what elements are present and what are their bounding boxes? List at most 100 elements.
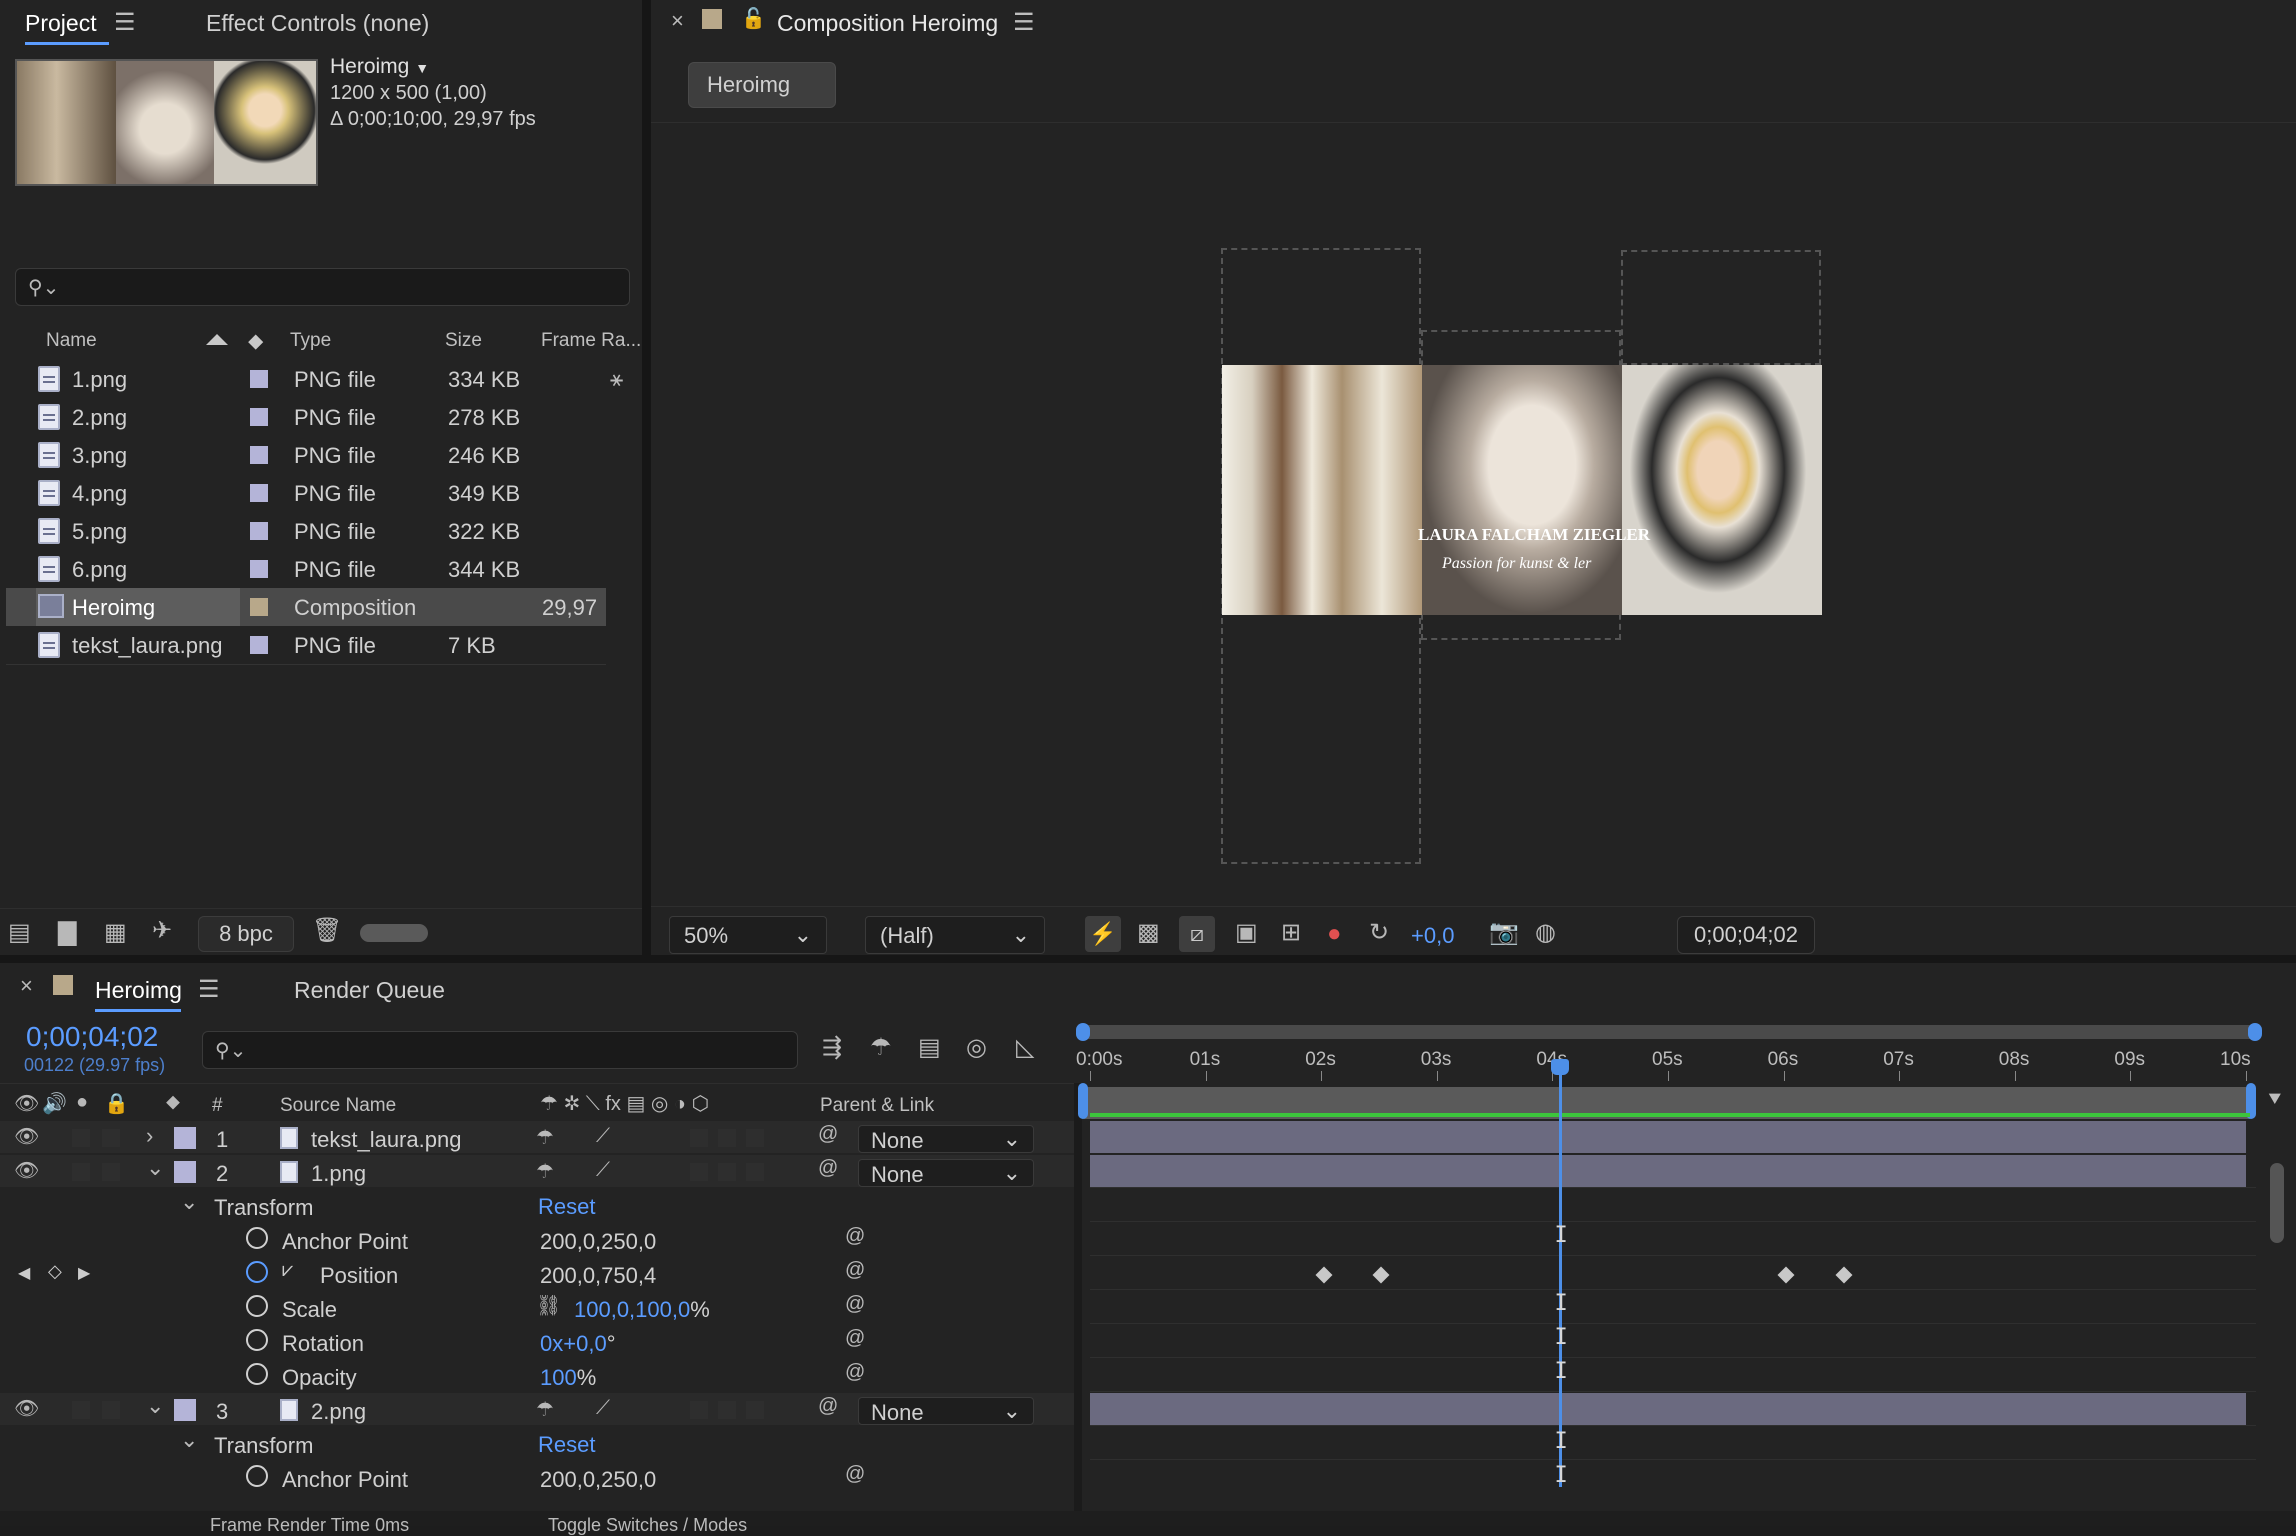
project-item[interactable]: 4.png PNG file 349 KB — [6, 474, 606, 512]
studio-shelves-image — [1222, 365, 1422, 615]
overlay-tagline-text: Passion for kunst & ler — [1442, 555, 1592, 572]
composition-panel: × 🔓 Composition Heroimg ☰ Heroimg LAURA … — [651, 0, 2296, 955]
item-type: PNG file — [294, 519, 376, 544]
chevron-down-icon: ⌄ — [793, 922, 812, 947]
value-marker-layer: IIIIII — [0, 963, 2296, 1526]
flowchart-icon[interactable]: ⚹ — [610, 366, 623, 392]
panel-menu-icon[interactable]: ☰ — [1013, 8, 1035, 37]
bpc-button[interactable]: 8 bpc — [198, 916, 294, 952]
thumbnail-slider[interactable] — [360, 924, 428, 942]
resolution-value: (Half) — [880, 923, 934, 948]
item-name: 5.png — [72, 519, 128, 544]
column-frame-rate[interactable]: Frame Ra... — [541, 330, 641, 352]
comp-name-text: Heroimg — [330, 55, 410, 78]
panel-gap — [0, 955, 2296, 963]
project-item[interactable]: 2.png PNG file 278 KB — [6, 398, 606, 436]
panel-menu-icon[interactable]: ☰ — [114, 8, 136, 37]
zoom-value: 50% — [684, 923, 729, 948]
label-color[interactable] — [250, 408, 268, 426]
item-type: PNG file — [294, 367, 376, 392]
vertical-scrollbar[interactable] — [2270, 1163, 2284, 1243]
comp-viewer-tab[interactable]: Heroimg — [688, 62, 836, 108]
dropdown-icon[interactable]: ▼ — [415, 60, 429, 76]
label-color[interactable] — [250, 446, 268, 464]
value-marker-icon[interactable]: I — [1554, 1463, 1567, 1488]
composition-icon — [38, 594, 64, 618]
current-time-display[interactable]: 0;00;04;02 — [1677, 916, 1815, 954]
region-of-interest-icon[interactable]: ▣ — [1235, 918, 1258, 947]
file-icon — [38, 442, 60, 468]
label-color — [702, 9, 722, 29]
item-size: 278 KB — [448, 405, 521, 430]
mask-visibility-icon[interactable]: ⧄ — [1179, 916, 1215, 952]
new-composition-icon[interactable]: ▦ — [104, 918, 127, 947]
sort-ascending-icon[interactable] — [206, 334, 228, 345]
item-size: 246 KB — [448, 443, 521, 468]
frame-render-time-label: Frame Render Time — [210, 1515, 371, 1535]
trash-icon[interactable]: 🗑 — [312, 916, 342, 945]
active-tab-indicator — [25, 42, 109, 45]
resolution-dropdown[interactable]: (Half) ⌄ — [865, 916, 1045, 954]
item-size: 344 KB — [448, 557, 521, 582]
exposure-value[interactable]: +0,0 — [1411, 923, 1454, 949]
divider — [651, 122, 2296, 123]
project-item[interactable]: 5.png PNG file 322 KB — [6, 512, 606, 550]
channel-icon[interactable]: ● — [1327, 920, 1342, 948]
frame-render-time-value: 0ms — [375, 1515, 410, 1535]
transparency-grid-icon[interactable]: ▩ — [1137, 918, 1160, 947]
file-icon — [38, 480, 60, 506]
close-icon[interactable]: × — [671, 8, 684, 34]
comp-duration: Δ 0;00;10;00, 29,97 fps — [330, 108, 536, 130]
item-type: PNG file — [294, 481, 376, 506]
label-color[interactable] — [250, 522, 268, 540]
new-folder-icon[interactable]: ▇ — [58, 918, 76, 947]
file-icon — [38, 556, 60, 582]
project-item-selected[interactable]: Heroimg Composition 29,97 — [6, 588, 606, 626]
column-name[interactable]: Name — [46, 330, 97, 352]
project-search-input[interactable]: ⚲⌄ — [15, 268, 630, 306]
label-color[interactable] — [250, 560, 268, 578]
column-type[interactable]: Type — [290, 330, 331, 352]
project-item[interactable]: 3.png PNG file 246 KB — [6, 436, 606, 474]
lock-icon[interactable]: 🔓 — [741, 6, 766, 31]
label-color[interactable] — [250, 370, 268, 388]
zoom-dropdown[interactable]: 50% ⌄ — [669, 916, 827, 954]
value-marker-icon[interactable]: I — [1554, 1223, 1567, 1248]
composition-canvas[interactable]: LAURA FALCHAM ZIEGLER Passion for kunst … — [1222, 365, 1822, 615]
label-color[interactable] — [250, 598, 268, 616]
item-name: 2.png — [72, 405, 128, 430]
value-marker-icon[interactable]: I — [1554, 1325, 1567, 1350]
fast-previews-icon[interactable]: ⚡ — [1085, 916, 1121, 952]
project-item[interactable]: 6.png PNG file 344 KB — [6, 550, 606, 588]
value-marker-icon[interactable]: I — [1554, 1359, 1567, 1384]
tab-project[interactable]: Project — [25, 10, 97, 37]
snapshot-camera-icon[interactable]: 📷 — [1489, 918, 1519, 947]
composition-title[interactable]: Composition Heroimg — [777, 10, 998, 37]
render-icon[interactable]: ✈ — [152, 916, 172, 945]
label-color[interactable] — [250, 484, 268, 502]
divider — [6, 664, 606, 665]
item-size: 7 KB — [448, 633, 496, 658]
file-icon — [38, 632, 60, 658]
item-size: 334 KB — [448, 367, 521, 392]
column-size[interactable]: Size — [445, 330, 482, 352]
item-type: PNG file — [294, 633, 376, 658]
show-snapshot-icon[interactable]: ◍ — [1535, 918, 1556, 947]
comp-size: 1200 x 500 (1,00) — [330, 82, 487, 104]
value-marker-icon[interactable]: I — [1554, 1291, 1567, 1316]
comp-name[interactable]: Heroimg ▼ — [330, 55, 429, 79]
grid-guides-icon[interactable]: ⊞ — [1281, 918, 1301, 947]
item-size: 349 KB — [448, 481, 521, 506]
label-color[interactable] — [250, 636, 268, 654]
reset-exposure-icon[interactable]: ↻ — [1369, 918, 1389, 947]
project-item[interactable]: tekst_laura.png PNG file 7 KB — [6, 626, 606, 664]
project-item[interactable]: 1.png PNG file 334 KB — [6, 360, 606, 398]
item-frame-rate: 29,97 — [542, 595, 598, 620]
interpret-footage-icon[interactable]: ▤ — [8, 918, 31, 947]
divider — [0, 908, 642, 909]
item-name: 1.png — [72, 367, 128, 392]
label-tag-icon[interactable]: ⬥ — [248, 328, 263, 354]
tab-effect-controls[interactable]: Effect Controls (none) — [206, 10, 429, 37]
value-marker-icon[interactable]: I — [1554, 1429, 1567, 1454]
item-type: PNG file — [294, 405, 376, 430]
